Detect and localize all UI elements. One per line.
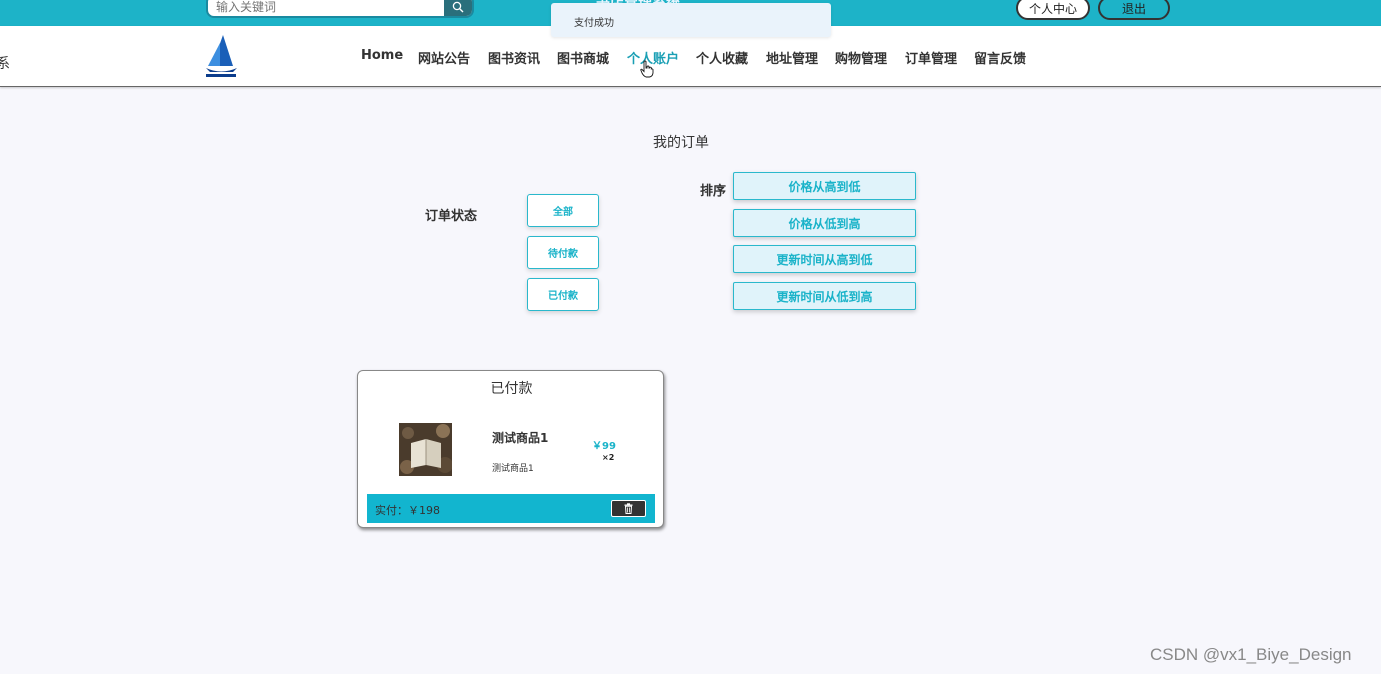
sailboat-logo[interactable]: [203, 33, 239, 79]
nav-item-announcements[interactable]: 网站公告: [418, 48, 470, 67]
search-box: [206, 0, 474, 18]
status-paid-button[interactable]: 已付款: [527, 278, 599, 311]
trash-icon: [624, 503, 633, 514]
status-pending-button[interactable]: 待付款: [527, 236, 599, 269]
nav-item-address[interactable]: 地址管理: [766, 48, 818, 67]
search-button[interactable]: [444, 0, 472, 16]
nav-left-fragment: 系: [0, 56, 10, 72]
sort-price-desc-button[interactable]: 价格从高到低: [733, 172, 916, 200]
order-card: 已付款 测试商品1 测试商品1 ￥99 ×2 实付：￥198: [357, 370, 664, 528]
search-input[interactable]: [216, 0, 441, 15]
sort-time-desc-button[interactable]: 更新时间从高到低: [733, 245, 916, 273]
product-description: 测试商品1: [492, 464, 534, 474]
watermark: CSDN @vx1_Biye_Design: [1150, 645, 1352, 664]
hand-cursor-icon: [640, 60, 654, 78]
order-footer: 实付：￥198: [367, 494, 655, 523]
sort-time-asc-button[interactable]: 更新时间从低到高: [733, 282, 916, 310]
order-status: 已付款: [490, 381, 533, 397]
logout-button[interactable]: 退出: [1098, 0, 1170, 20]
page-title: 我的订单: [653, 135, 709, 151]
nav-item-feedback[interactable]: 留言反馈: [974, 48, 1026, 67]
success-toast: 支付成功: [551, 3, 831, 37]
product-price: ￥99: [592, 441, 616, 452]
nav-item-favorites[interactable]: 个人收藏: [696, 48, 748, 67]
nav-item-shopping[interactable]: 购物管理: [835, 48, 887, 67]
product-name: 测试商品1: [492, 431, 549, 445]
nav-item-book-news[interactable]: 图书资讯: [488, 48, 540, 67]
toast-message: 支付成功: [574, 18, 614, 29]
nav-item-home[interactable]: Home: [361, 48, 403, 63]
sort-price-asc-button[interactable]: 价格从低到高: [733, 209, 916, 237]
nav-item-book-mall[interactable]: 图书商城: [557, 48, 609, 67]
personal-center-button[interactable]: 个人中心: [1016, 0, 1090, 20]
search-icon: [452, 1, 464, 13]
delete-order-button[interactable]: [611, 500, 646, 517]
status-all-button[interactable]: 全部: [527, 194, 599, 227]
product-image[interactable]: [399, 423, 452, 476]
product-quantity: ×2: [602, 453, 615, 462]
paid-amount: 实付：￥198: [375, 504, 440, 517]
nav-item-orders[interactable]: 订单管理: [905, 48, 957, 67]
order-status-label: 订单状态: [425, 209, 478, 224]
sort-label: 排序: [700, 184, 727, 199]
